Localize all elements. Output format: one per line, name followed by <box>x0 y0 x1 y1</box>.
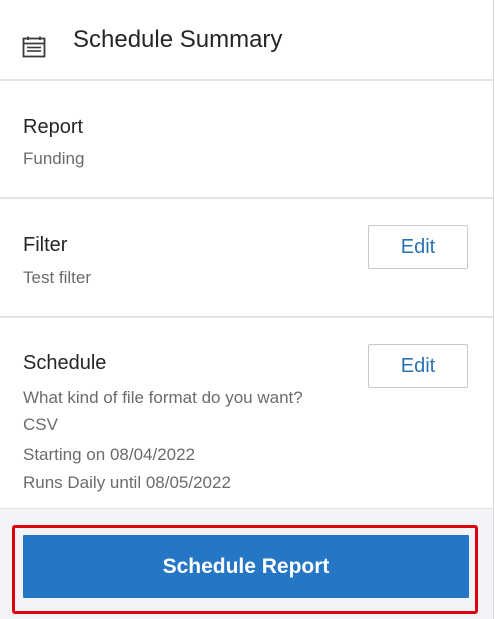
schedule-detail-line: What kind of file format do you want? <box>23 388 303 407</box>
report-value: Funding <box>23 149 85 168</box>
schedule-section: Schedule What kind of file format do you… <box>0 318 493 509</box>
page-title: Schedule Summary <box>73 26 283 53</box>
edit-filter-button[interactable]: Edit <box>368 225 468 269</box>
filter-heading: Filter <box>23 234 68 256</box>
filter-section: Filter Test filter Edit <box>0 199 493 318</box>
schedule-summary-panel: Schedule Summary Report Funding Filter T… <box>0 0 494 619</box>
schedule-heading: Schedule <box>23 352 107 374</box>
highlight-box <box>12 525 478 614</box>
report-heading: Report <box>23 116 84 138</box>
report-section: Report Funding <box>0 80 493 199</box>
edit-schedule-button[interactable]: Edit <box>368 344 468 388</box>
schedule-detail-line: Starting on 08/04/2022 <box>23 445 196 464</box>
panel-header: Schedule Summary <box>0 0 493 81</box>
schedule-detail-line: Runs Daily until 08/05/2022 <box>23 473 231 492</box>
calendar-summary-icon <box>22 36 46 58</box>
filter-value: Test filter <box>23 268 92 287</box>
schedule-detail-line: CSV <box>23 415 58 434</box>
